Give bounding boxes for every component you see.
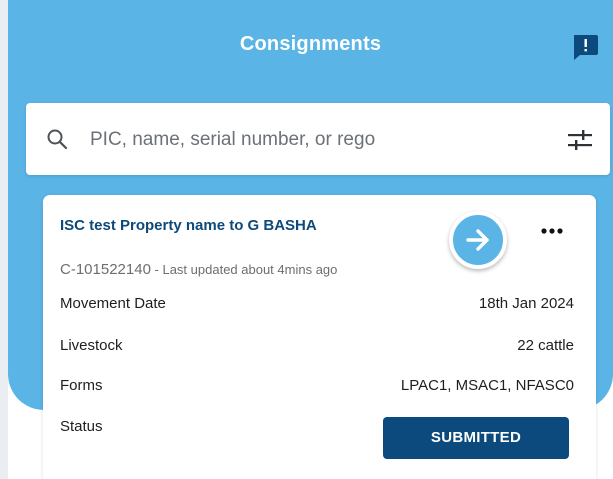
more-options-button[interactable] bbox=[537, 221, 569, 241]
forms-value: LPAC1, MSAC1, NFASC0 bbox=[400, 377, 574, 394]
forms-label: Forms bbox=[60, 377, 103, 394]
status-badge[interactable]: SUBMITTED bbox=[383, 417, 569, 459]
open-consignment-button[interactable] bbox=[449, 211, 507, 269]
livestock-value: 22 cattle bbox=[517, 337, 574, 354]
app-frame: Consignments ISC test Property name to G… bbox=[8, 0, 613, 479]
more-dots-icon bbox=[541, 228, 563, 234]
status-label: Status bbox=[60, 418, 103, 435]
movement-date-label: Movement Date bbox=[60, 295, 166, 312]
last-updated-text: - Last updated about 4mins ago bbox=[150, 262, 338, 277]
search-input[interactable] bbox=[88, 123, 532, 157]
filter-icon[interactable] bbox=[567, 128, 593, 152]
arrow-right-icon bbox=[466, 229, 489, 251]
consignment-number: C-101522140 bbox=[60, 261, 151, 278]
feedback-button[interactable] bbox=[570, 32, 600, 62]
consignment-meta: C-101522140 - Last updated about 4mins a… bbox=[60, 261, 337, 278]
feedback-icon bbox=[574, 35, 598, 60]
page-title: Consignments bbox=[239, 33, 382, 55]
consignment-title[interactable]: ISC test Property name to G BASHA bbox=[60, 217, 317, 234]
consignment-card[interactable]: ISC test Property name to G BASHA C-1015… bbox=[43, 195, 596, 479]
search-bar bbox=[26, 103, 610, 175]
search-icon bbox=[47, 129, 68, 150]
movement-date-value: 18th Jan 2024 bbox=[478, 295, 574, 312]
livestock-label: Livestock bbox=[60, 337, 123, 354]
